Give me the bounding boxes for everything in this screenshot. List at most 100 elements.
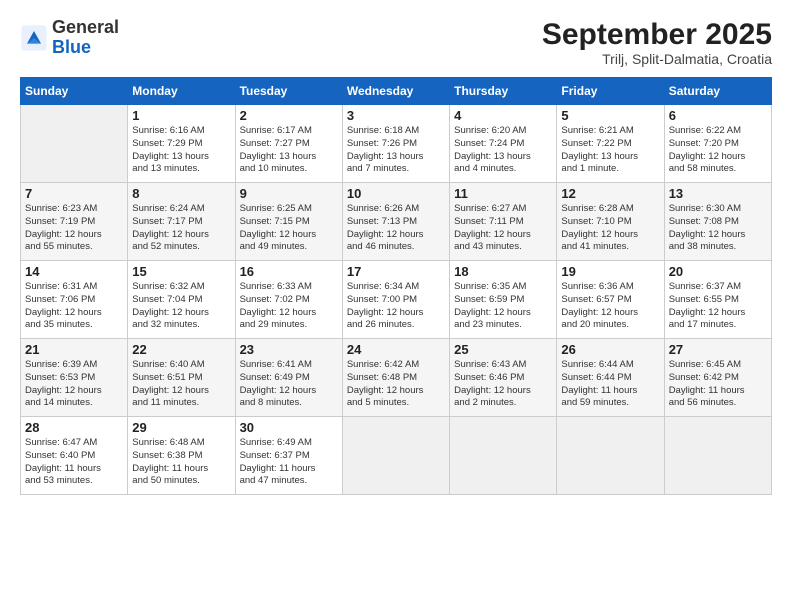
calendar-cell: 16 Sunrise: 6:33 AM Sunset: 7:02 PM Dayli… bbox=[235, 261, 342, 339]
day-number: 25 bbox=[454, 342, 552, 357]
calendar-cell: 5 Sunrise: 6:21 AM Sunset: 7:22 PM Daylig… bbox=[557, 105, 664, 183]
calendar-cell: 6 Sunrise: 6:22 AM Sunset: 7:20 PM Daylig… bbox=[664, 105, 771, 183]
calendar-cell: 26 Sunrise: 6:44 AM Sunset: 6:44 PM Dayli… bbox=[557, 339, 664, 417]
cell-content: Sunrise: 6:23 AM Sunset: 7:19 PM Dayligh… bbox=[25, 203, 123, 254]
calendar-cell: 28 Sunrise: 6:47 AM Sunset: 6:40 PM Dayli… bbox=[21, 417, 128, 495]
calendar-cell: 2Sunrise: 6:17 AM Sunset: 7:27 PM Daylig… bbox=[235, 105, 342, 183]
calendar-cell bbox=[21, 105, 128, 183]
calendar-cell: 13 Sunrise: 6:30 AM Sunset: 7:08 PM Dayli… bbox=[664, 183, 771, 261]
calendar-cell: 7 Sunrise: 6:23 AM Sunset: 7:19 PM Daylig… bbox=[21, 183, 128, 261]
weekday-header-monday: Monday bbox=[128, 78, 235, 105]
day-number: 10 bbox=[347, 186, 445, 201]
day-number: 11 bbox=[454, 186, 552, 201]
calendar-cell: 12 Sunrise: 6:28 AM Sunset: 7:10 PM Dayli… bbox=[557, 183, 664, 261]
logo-icon bbox=[20, 24, 48, 52]
calendar-cell: 11 Sunrise: 6:27 AM Sunset: 7:11 PM Dayli… bbox=[450, 183, 557, 261]
day-number: 14 bbox=[25, 264, 123, 279]
week-row-5: 28 Sunrise: 6:47 AM Sunset: 6:40 PM Dayli… bbox=[21, 417, 772, 495]
cell-content: Sunrise: 6:39 AM Sunset: 6:53 PM Dayligh… bbox=[25, 359, 123, 410]
cell-content: Sunrise: 6:22 AM Sunset: 7:20 PM Dayligh… bbox=[669, 125, 767, 176]
cell-content: Sunrise: 6:48 AM Sunset: 6:38 PM Dayligh… bbox=[132, 437, 230, 488]
day-number: 24 bbox=[347, 342, 445, 357]
day-number: 22 bbox=[132, 342, 230, 357]
logo-blue: Blue bbox=[52, 37, 91, 57]
weekday-header-thursday: Thursday bbox=[450, 78, 557, 105]
day-number: 26 bbox=[561, 342, 659, 357]
cell-content: Sunrise: 6:35 AM Sunset: 6:59 PM Dayligh… bbox=[454, 281, 552, 332]
calendar-cell bbox=[450, 417, 557, 495]
day-number: 19 bbox=[561, 264, 659, 279]
logo-text: General Blue bbox=[52, 18, 119, 58]
day-number: 1 bbox=[132, 108, 230, 123]
weekday-header-wednesday: Wednesday bbox=[342, 78, 449, 105]
day-number: 18 bbox=[454, 264, 552, 279]
page: General Blue September 2025 Trilj, Split… bbox=[0, 0, 792, 612]
cell-content: Sunrise: 6:25 AM Sunset: 7:15 PM Dayligh… bbox=[240, 203, 338, 254]
month-title: September 2025 bbox=[542, 18, 772, 51]
header: General Blue September 2025 Trilj, Split… bbox=[20, 18, 772, 67]
calendar-cell bbox=[664, 417, 771, 495]
calendar-cell: 18 Sunrise: 6:35 AM Sunset: 6:59 PM Dayli… bbox=[450, 261, 557, 339]
cell-content: Sunrise: 6:30 AM Sunset: 7:08 PM Dayligh… bbox=[669, 203, 767, 254]
cell-content: Sunrise: 6:36 AM Sunset: 6:57 PM Dayligh… bbox=[561, 281, 659, 332]
cell-content: Sunrise: 6:41 AM Sunset: 6:49 PM Dayligh… bbox=[240, 359, 338, 410]
calendar-cell: 17Sunrise: 6:34 AM Sunset: 7:00 PM Dayli… bbox=[342, 261, 449, 339]
calendar-cell: 9 Sunrise: 6:25 AM Sunset: 7:15 PM Daylig… bbox=[235, 183, 342, 261]
cell-content: Sunrise: 6:42 AM Sunset: 6:48 PM Dayligh… bbox=[347, 359, 445, 410]
cell-content: Sunrise: 6:40 AM Sunset: 6:51 PM Dayligh… bbox=[132, 359, 230, 410]
cell-content: Sunrise: 6:17 AM Sunset: 7:27 PM Dayligh… bbox=[240, 125, 338, 176]
calendar-cell: 22 Sunrise: 6:40 AM Sunset: 6:51 PM Dayli… bbox=[128, 339, 235, 417]
calendar-cell: 27Sunrise: 6:45 AM Sunset: 6:42 PM Dayli… bbox=[664, 339, 771, 417]
week-row-2: 7 Sunrise: 6:23 AM Sunset: 7:19 PM Daylig… bbox=[21, 183, 772, 261]
calendar-cell: 14 Sunrise: 6:31 AM Sunset: 7:06 PM Dayli… bbox=[21, 261, 128, 339]
day-number: 16 bbox=[240, 264, 338, 279]
calendar-cell: 20 Sunrise: 6:37 AM Sunset: 6:55 PM Dayli… bbox=[664, 261, 771, 339]
cell-content: Sunrise: 6:20 AM Sunset: 7:24 PM Dayligh… bbox=[454, 125, 552, 176]
calendar-cell: 21 Sunrise: 6:39 AM Sunset: 6:53 PM Dayli… bbox=[21, 339, 128, 417]
calendar-cell: 10Sunrise: 6:26 AM Sunset: 7:13 PM Dayli… bbox=[342, 183, 449, 261]
week-row-3: 14 Sunrise: 6:31 AM Sunset: 7:06 PM Dayli… bbox=[21, 261, 772, 339]
cell-content: Sunrise: 6:24 AM Sunset: 7:17 PM Dayligh… bbox=[132, 203, 230, 254]
day-number: 13 bbox=[669, 186, 767, 201]
cell-content: Sunrise: 6:44 AM Sunset: 6:44 PM Dayligh… bbox=[561, 359, 659, 410]
cell-content: Sunrise: 6:49 AM Sunset: 6:37 PM Dayligh… bbox=[240, 437, 338, 488]
week-row-4: 21 Sunrise: 6:39 AM Sunset: 6:53 PM Dayli… bbox=[21, 339, 772, 417]
day-number: 4 bbox=[454, 108, 552, 123]
day-number: 5 bbox=[561, 108, 659, 123]
cell-content: Sunrise: 6:31 AM Sunset: 7:06 PM Dayligh… bbox=[25, 281, 123, 332]
cell-content: Sunrise: 6:33 AM Sunset: 7:02 PM Dayligh… bbox=[240, 281, 338, 332]
calendar-cell: 15Sunrise: 6:32 AM Sunset: 7:04 PM Dayli… bbox=[128, 261, 235, 339]
logo: General Blue bbox=[20, 18, 119, 58]
day-number: 21 bbox=[25, 342, 123, 357]
cell-content: Sunrise: 6:27 AM Sunset: 7:11 PM Dayligh… bbox=[454, 203, 552, 254]
calendar-cell bbox=[342, 417, 449, 495]
subtitle: Trilj, Split-Dalmatia, Croatia bbox=[542, 51, 772, 67]
cell-content: Sunrise: 6:47 AM Sunset: 6:40 PM Dayligh… bbox=[25, 437, 123, 488]
logo-general: General bbox=[52, 17, 119, 37]
weekday-header-saturday: Saturday bbox=[664, 78, 771, 105]
weekday-header-friday: Friday bbox=[557, 78, 664, 105]
day-number: 12 bbox=[561, 186, 659, 201]
day-number: 23 bbox=[240, 342, 338, 357]
day-number: 9 bbox=[240, 186, 338, 201]
day-number: 20 bbox=[669, 264, 767, 279]
calendar-cell: 24 Sunrise: 6:42 AM Sunset: 6:48 PM Dayli… bbox=[342, 339, 449, 417]
title-block: September 2025 Trilj, Split-Dalmatia, Cr… bbox=[542, 18, 772, 67]
calendar-cell: 3Sunrise: 6:18 AM Sunset: 7:26 PM Daylig… bbox=[342, 105, 449, 183]
day-number: 28 bbox=[25, 420, 123, 435]
day-number: 7 bbox=[25, 186, 123, 201]
calendar-table: SundayMondayTuesdayWednesdayThursdayFrid… bbox=[20, 77, 772, 495]
calendar-cell: 25 Sunrise: 6:43 AM Sunset: 6:46 PM Dayli… bbox=[450, 339, 557, 417]
day-number: 15 bbox=[132, 264, 230, 279]
weekday-header-tuesday: Tuesday bbox=[235, 78, 342, 105]
cell-content: Sunrise: 6:37 AM Sunset: 6:55 PM Dayligh… bbox=[669, 281, 767, 332]
cell-content: Sunrise: 6:43 AM Sunset: 6:46 PM Dayligh… bbox=[454, 359, 552, 410]
day-number: 17 bbox=[347, 264, 445, 279]
calendar-cell: 23 Sunrise: 6:41 AM Sunset: 6:49 PM Dayli… bbox=[235, 339, 342, 417]
cell-content: Sunrise: 6:16 AM Sunset: 7:29 PM Dayligh… bbox=[132, 125, 230, 176]
calendar-cell: 8Sunrise: 6:24 AM Sunset: 7:17 PM Daylig… bbox=[128, 183, 235, 261]
day-number: 6 bbox=[669, 108, 767, 123]
cell-content: Sunrise: 6:21 AM Sunset: 7:22 PM Dayligh… bbox=[561, 125, 659, 176]
day-number: 27 bbox=[669, 342, 767, 357]
cell-content: Sunrise: 6:28 AM Sunset: 7:10 PM Dayligh… bbox=[561, 203, 659, 254]
